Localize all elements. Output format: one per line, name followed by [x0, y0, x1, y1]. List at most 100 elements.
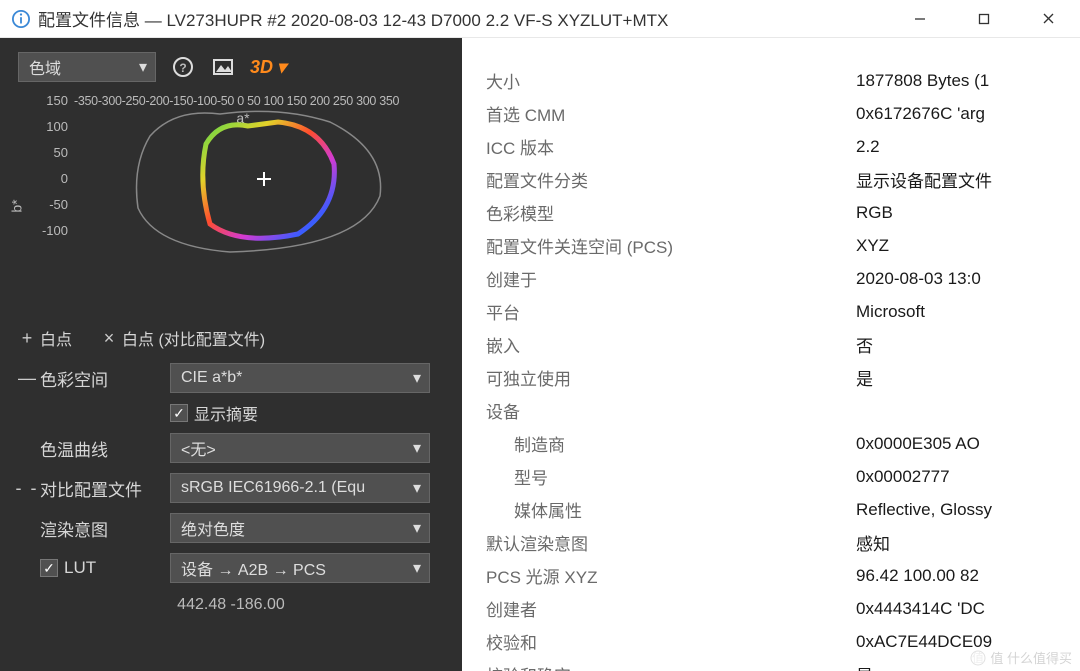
svg-text:值: 值 — [972, 650, 984, 665]
colorspace-label: 色彩空间 — [40, 366, 170, 391]
3d-toggle[interactable]: 3D▾ — [250, 57, 286, 78]
property-row: 媒体属性Reflective, Glossy — [486, 493, 1080, 526]
property-key: PCS 光源 XYZ — [486, 563, 856, 588]
property-key: 制造商 — [486, 431, 856, 456]
whitepoint-label: 白点 — [40, 326, 72, 350]
gamut-dropdown-label: 色域 — [29, 55, 61, 79]
property-key: 色彩模型 — [486, 200, 856, 225]
property-key: 创建于 — [486, 266, 856, 291]
app-icon — [12, 10, 30, 28]
help-icon[interactable]: ? — [170, 54, 196, 80]
lut-checkbox[interactable] — [40, 559, 58, 577]
compare-label: 对比配置文件 — [40, 476, 170, 501]
property-key: 配置文件分类 — [486, 167, 856, 192]
property-value: XYZ — [856, 236, 889, 256]
property-row: 配置文件分类显示设备配置文件 — [486, 163, 1080, 196]
property-row: 制造商0x0000E305 AO — [486, 427, 1080, 460]
colortemp-dropdown[interactable]: <无>▾ — [170, 433, 430, 463]
property-key: 媒体属性 — [486, 497, 856, 522]
property-row: 嵌入否 — [486, 328, 1080, 361]
whitepoint-ref-label: 白点 (对比配置文件) — [122, 326, 265, 350]
property-value: 显示设备配置文件 — [856, 167, 992, 192]
close-button[interactable] — [1016, 0, 1080, 38]
property-value: RGB — [856, 203, 893, 223]
property-row: 色彩模型RGB — [486, 196, 1080, 229]
property-value: 0x00002777 — [856, 467, 950, 487]
property-value: 1877808 Bytes (1 — [856, 71, 989, 91]
property-key: 型号 — [486, 464, 856, 489]
property-value: 0x6172676C 'arg — [856, 104, 985, 124]
colortemp-label: 色温曲线 — [40, 436, 170, 461]
property-value: 0x0000E305 AO — [856, 434, 980, 454]
chevron-down-icon: ▾ — [413, 438, 421, 458]
property-value: 96.42 100.00 82 — [856, 566, 979, 586]
show-summary-checkbox[interactable] — [170, 404, 188, 422]
property-key: 设备 — [486, 398, 856, 423]
property-row: 平台Microsoft — [486, 295, 1080, 328]
property-key: 嵌入 — [486, 332, 856, 357]
device-gamut-outline — [203, 122, 335, 238]
dots-icon: - - — [14, 478, 40, 499]
property-value: 是 — [856, 365, 873, 390]
watermark-icon: 值 — [970, 650, 986, 666]
property-row: ICC 版本2.2 — [486, 130, 1080, 163]
property-row: 可独立使用是 — [486, 361, 1080, 394]
image-icon[interactable] — [210, 54, 236, 80]
add-whitepoint-button[interactable]: + — [14, 328, 40, 349]
crosshair-icon — [257, 172, 271, 186]
intent-label: 渲染意图 — [40, 516, 170, 541]
chevron-down-icon: ▾ — [413, 558, 421, 578]
chevron-down-icon: ▾ — [277, 57, 286, 78]
property-row: 设备 — [486, 394, 1080, 427]
property-key: 配置文件关连空间 (PCS) — [486, 233, 856, 258]
property-row: 首选 CMM0x6172676C 'arg — [486, 97, 1080, 130]
lut-label: LUT — [64, 558, 96, 578]
gamut-chart[interactable]: b* 15010050 0-50-100 — [34, 94, 452, 318]
minimize-button[interactable] — [888, 0, 952, 38]
property-key: 可独立使用 — [486, 365, 856, 390]
chevron-down-icon: ▾ — [413, 518, 421, 538]
property-key: 平台 — [486, 299, 856, 324]
property-key: 大小 — [486, 68, 856, 93]
maximize-button[interactable] — [952, 0, 1016, 38]
intent-dropdown[interactable]: 绝对色度▾ — [170, 513, 430, 543]
compare-profile-dropdown[interactable]: sRGB IEC61966-2.1 (Equ▾ — [170, 473, 430, 503]
property-value: 是 — [856, 662, 873, 671]
axis-y-label: b* — [9, 199, 25, 212]
window-title: 配置文件信息 — LV273HUPR #2 2020-08-03 12-43 D… — [38, 6, 888, 31]
property-value: Reflective, Glossy — [856, 500, 992, 520]
property-value: 0x4443414C 'DC — [856, 599, 985, 619]
property-row: 型号0x00002777 — [486, 460, 1080, 493]
chevron-down-icon: ▾ — [413, 368, 421, 388]
dash-icon: — — [14, 368, 40, 389]
gamut-dropdown[interactable]: 色域 ▾ — [18, 52, 156, 82]
property-value: 2020-08-03 13:0 — [856, 269, 981, 289]
property-value: 感知 — [856, 530, 890, 555]
property-key: ICC 版本 — [486, 134, 856, 159]
property-row: 配置文件关连空间 (PCS)XYZ — [486, 229, 1080, 262]
property-value: Microsoft — [856, 302, 925, 322]
property-key: 创建者 — [486, 596, 856, 621]
chevron-down-icon: ▾ — [413, 478, 421, 498]
reference-gamut-outline — [137, 111, 381, 252]
property-value: 2.2 — [856, 137, 880, 157]
property-row: 创建者0x4443414C 'DC — [486, 592, 1080, 625]
property-key: 校验和 — [486, 629, 856, 654]
property-row: 默认渲染意图感知 — [486, 526, 1080, 559]
svg-text:?: ? — [179, 61, 186, 75]
chevron-down-icon: ▾ — [139, 57, 147, 77]
watermark: 值 值 什么值得买 — [970, 648, 1072, 667]
left-panel: 色域 ▾ ? 3D▾ b* 15010050 0-50-100 — [0, 38, 462, 671]
remove-whitepoint-button[interactable]: × — [96, 328, 122, 349]
property-key: 首选 CMM — [486, 101, 856, 126]
property-key: 校验和确定 — [486, 662, 856, 671]
property-row: PCS 光源 XYZ96.42 100.00 82 — [486, 559, 1080, 592]
axis-y-ticks: 15010050 0-50-100 — [38, 94, 68, 250]
properties-panel: 大小1877808 Bytes (1首选 CMM0x6172676C 'argI… — [462, 38, 1080, 671]
titlebar: 配置文件信息 — LV273HUPR #2 2020-08-03 12-43 D… — [0, 0, 1080, 38]
colorspace-dropdown[interactable]: CIE a*b*▾ — [170, 363, 430, 393]
property-row: 大小1877808 Bytes (1 — [486, 64, 1080, 97]
show-summary-label: 显示摘要 — [194, 401, 258, 425]
lut-dropdown[interactable]: 设备 → A2B → PCS▾ — [170, 553, 430, 583]
property-key: 默认渲染意图 — [486, 530, 856, 555]
